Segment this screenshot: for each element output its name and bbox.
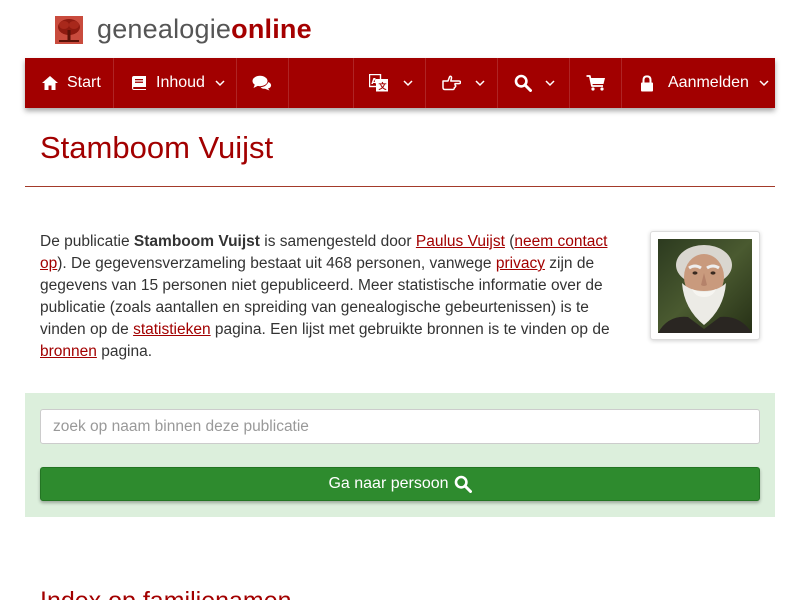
nav-language[interactable]: A 文 xyxy=(353,58,426,108)
privacy-link[interactable]: privacy xyxy=(496,255,545,272)
chevron-down-icon xyxy=(215,79,225,86)
page-title: Stamboom Vuijst xyxy=(40,130,274,165)
family-tree-icon xyxy=(55,16,83,44)
lock-icon xyxy=(641,74,653,91)
hand-point-icon xyxy=(442,75,461,91)
statistics-link[interactable]: statistieken xyxy=(133,321,211,338)
svg-text:A: A xyxy=(371,77,378,86)
intro-text: pagina. Een lijst met gebruikte bronnen … xyxy=(210,321,610,338)
logo-text-plain: genealogie xyxy=(97,14,232,44)
person-search-input[interactable] xyxy=(40,409,760,444)
shopping-cart-icon xyxy=(586,75,605,91)
nav-start[interactable]: Start xyxy=(25,58,114,108)
intro-text: pagina. xyxy=(96,343,153,360)
author-portrait[interactable] xyxy=(650,231,760,340)
main-navbar: Start Inhoud A 文 Aanmelden xyxy=(25,58,775,108)
nav-recommend[interactable] xyxy=(426,58,498,108)
go-to-person-label: Ga naar persoon xyxy=(328,475,449,492)
chevron-down-icon xyxy=(759,79,769,86)
publication-name: Stamboom Vuijst xyxy=(133,233,260,250)
svg-text:文: 文 xyxy=(379,81,388,91)
chevron-down-icon xyxy=(475,79,485,86)
intro-text: ). De gegevensverzameling bestaat uit 46… xyxy=(57,255,496,272)
intro-text: is samengesteld door xyxy=(259,233,416,250)
author-link[interactable]: Paulus Vuijst xyxy=(416,233,505,250)
logo-text-strong: online xyxy=(231,14,312,44)
surname-index-heading: Index op familienamen xyxy=(40,586,292,600)
site-logo-text[interactable]: genealogieonline xyxy=(97,12,312,46)
chevron-down-icon xyxy=(545,79,555,86)
go-to-person-button[interactable]: Ga naar persoon xyxy=(40,467,760,501)
nav-login-label: Aanmelden xyxy=(668,74,749,91)
search-icon xyxy=(454,475,472,493)
author-portrait-image xyxy=(658,239,752,333)
site-header: genealogieonline xyxy=(0,0,800,58)
publication-intro: De publicatie Stamboom Vuijst is samenge… xyxy=(40,231,630,363)
nav-forum[interactable] xyxy=(237,58,289,108)
language-icon: A 文 xyxy=(369,74,388,92)
chevron-down-icon xyxy=(403,79,413,86)
nav-start-label: Start xyxy=(67,74,101,91)
book-icon xyxy=(132,76,146,90)
publication-search-panel: Ga naar persoon xyxy=(25,393,775,517)
intro-text: De publicatie xyxy=(40,233,134,250)
nav-shop[interactable] xyxy=(570,58,622,108)
sources-link[interactable]: bronnen xyxy=(40,343,97,360)
nav-inhoud[interactable]: Inhoud xyxy=(114,58,237,108)
nav-login[interactable]: Aanmelden xyxy=(622,58,775,108)
nav-search[interactable] xyxy=(498,58,570,108)
search-icon xyxy=(514,74,532,92)
home-icon xyxy=(42,76,58,90)
intro-text: ( xyxy=(504,233,515,250)
nav-inhoud-label: Inhoud xyxy=(156,74,205,91)
comments-icon xyxy=(252,75,272,91)
title-divider xyxy=(25,186,775,187)
